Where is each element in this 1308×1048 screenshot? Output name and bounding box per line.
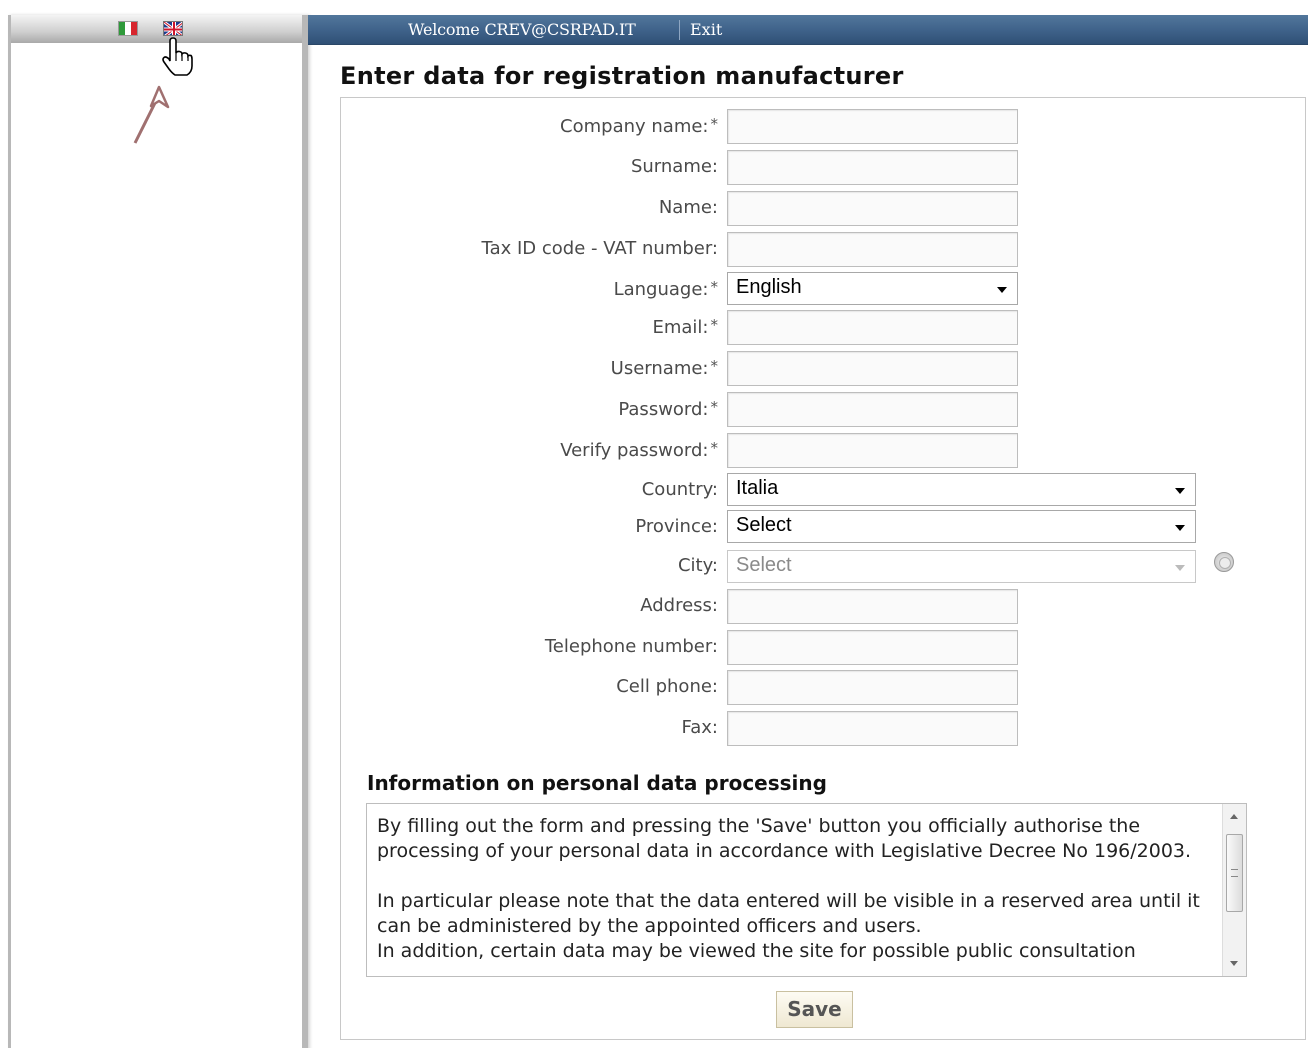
verify-password-input[interactable] xyxy=(727,433,1018,468)
cell-phone-label: Cell phone: xyxy=(616,676,718,697)
cell-phone-input[interactable] xyxy=(727,670,1018,705)
hand-cursor-icon xyxy=(162,37,193,76)
italian-flag-icon[interactable] xyxy=(118,21,138,36)
language-select[interactable]: English xyxy=(727,272,1018,305)
password-input[interactable] xyxy=(727,392,1018,427)
chevron-down-icon xyxy=(1175,488,1185,494)
address-input[interactable] xyxy=(727,589,1018,624)
surname-label: Surname: xyxy=(630,156,718,177)
surname-input[interactable] xyxy=(727,150,1018,185)
name-input[interactable] xyxy=(727,191,1018,226)
tax-id-input[interactable] xyxy=(727,232,1018,267)
privacy-title: Information on personal data processing xyxy=(367,771,827,795)
welcome-text: Welcome CREV@CSRPAD.IT xyxy=(408,20,636,39)
left-sidebar xyxy=(8,15,308,1048)
annotation-arrow-icon xyxy=(133,85,170,144)
sidebar-header xyxy=(11,15,302,43)
address-label: Address: xyxy=(640,595,718,616)
privacy-textarea[interactable]: By filling out the form and pressing the… xyxy=(366,803,1247,977)
city-select-value: Select xyxy=(736,554,792,576)
email-label: Email: * xyxy=(652,316,718,338)
add-city-icon[interactable] xyxy=(1214,552,1234,572)
chevron-down-icon xyxy=(1175,565,1185,571)
privacy-scrollbar[interactable] xyxy=(1222,804,1246,976)
fax-input[interactable] xyxy=(727,711,1018,746)
username-label: Username: * xyxy=(610,357,718,379)
page-title: Enter data for registration manufacturer xyxy=(340,62,904,90)
scroll-thumb[interactable] xyxy=(1226,834,1243,912)
province-select[interactable]: Select xyxy=(727,510,1196,543)
language-select-value: English xyxy=(736,276,802,298)
language-label: Language: * xyxy=(613,278,718,300)
email-input[interactable] xyxy=(727,310,1018,345)
country-select[interactable]: Italia xyxy=(727,473,1196,506)
city-label: City: xyxy=(677,555,718,576)
privacy-text: By filling out the form and pressing the… xyxy=(377,814,1212,964)
telephone-label: Telephone number: xyxy=(544,636,718,657)
verify-password-label: Verify password: * xyxy=(560,439,718,461)
save-button[interactable]: Save xyxy=(776,991,853,1028)
telephone-input[interactable] xyxy=(727,630,1018,665)
province-select-value: Select xyxy=(736,514,792,536)
country-label: Country: xyxy=(641,479,718,500)
privacy-paragraph-2: In particular please note that the data … xyxy=(377,890,1200,937)
city-select: Select xyxy=(727,550,1196,583)
name-label: Name: xyxy=(658,197,718,218)
chevron-down-icon xyxy=(997,287,1007,293)
uk-flag-icon[interactable] xyxy=(163,21,183,36)
top-bar: Welcome CREV@CSRPAD.IT Exit xyxy=(308,15,1308,45)
exit-link[interactable]: Exit xyxy=(690,20,722,39)
divider xyxy=(679,20,680,40)
scroll-down-icon[interactable] xyxy=(1230,961,1238,966)
password-label: Password: * xyxy=(618,398,718,420)
company-name-label: Company name: * xyxy=(560,115,718,137)
chevron-down-icon xyxy=(1175,525,1185,531)
username-input[interactable] xyxy=(727,351,1018,386)
tax-id-label: Tax ID code - VAT number: xyxy=(481,238,718,259)
company-name-input[interactable] xyxy=(727,109,1018,144)
privacy-paragraph-3: In addition, certain data may be viewed … xyxy=(377,940,1136,962)
province-label: Province: xyxy=(635,516,718,537)
scroll-up-icon[interactable] xyxy=(1230,814,1238,819)
fax-label: Fax: xyxy=(681,717,718,738)
country-select-value: Italia xyxy=(736,477,779,499)
privacy-paragraph-1: By filling out the form and pressing the… xyxy=(377,815,1192,862)
